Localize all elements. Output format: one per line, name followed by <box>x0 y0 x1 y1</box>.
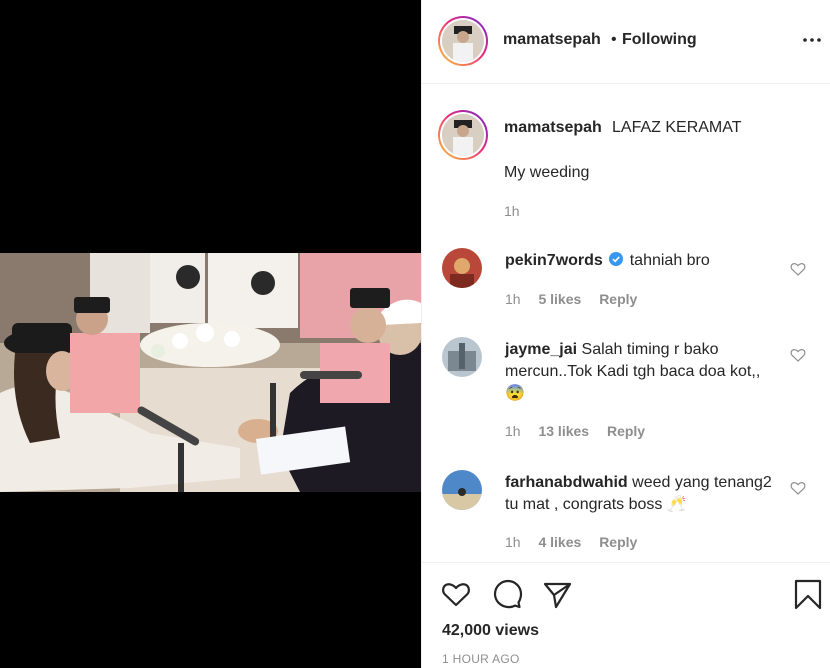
post-side-panel: mamatsepah • Following mamatsepah LAFAZ … <box>421 0 830 668</box>
avatar-image <box>442 20 484 62</box>
caption-username[interactable]: mamatsepah <box>504 119 602 137</box>
caption-timestamp[interactable]: 1h <box>504 203 520 219</box>
like-heart-icon[interactable] <box>440 578 472 610</box>
post-header: mamatsepah • Following <box>422 0 830 84</box>
wedding-photo-illustration <box>0 253 421 492</box>
like-heart-icon[interactable] <box>790 261 806 277</box>
views-count[interactable]: 42,000 views <box>442 622 539 640</box>
comment-text-line: pekin7words tahniah bro <box>505 250 775 272</box>
like-heart-icon[interactable] <box>790 480 806 496</box>
following-button[interactable]: Following <box>622 31 697 49</box>
commenter-username[interactable]: jayme_jai <box>505 341 577 358</box>
comment-body: tahniah bro <box>629 252 710 269</box>
verified-badge-icon <box>609 252 624 266</box>
comment-time[interactable]: 1h <box>505 423 521 439</box>
comment-meta: 1h 5 likes Reply <box>505 291 651 307</box>
comment-bubble-icon[interactable] <box>491 578 523 610</box>
caption-avatar[interactable] <box>438 110 488 160</box>
caption-line-2: My weeding <box>504 164 590 181</box>
commenter-username[interactable]: farhanabdwahid <box>505 474 628 491</box>
post-actions: 42,000 views 1 HOUR AGO <box>422 562 830 668</box>
comment-likes[interactable]: 13 likes <box>538 423 589 439</box>
post-time-ago[interactable]: 1 HOUR AGO <box>442 652 520 666</box>
like-heart-icon[interactable] <box>790 347 806 363</box>
comment-likes[interactable]: 5 likes <box>538 291 581 307</box>
caption-text: LAFAZ KERAMAT <box>612 119 742 136</box>
comment-meta: 1h 13 likes Reply <box>505 423 659 439</box>
reply-button[interactable]: Reply <box>607 423 645 439</box>
commenter-avatar[interactable] <box>442 337 482 377</box>
post-photo[interactable] <box>0 253 421 492</box>
comment-meta: 1h 4 likes Reply <box>505 534 651 550</box>
author-username[interactable]: mamatsepah <box>503 31 601 49</box>
commenter-username[interactable]: pekin7words <box>505 252 603 269</box>
commenter-avatar[interactable] <box>442 470 482 510</box>
separator-dot: • <box>611 31 617 48</box>
reply-button[interactable]: Reply <box>599 291 637 307</box>
reply-button[interactable]: Reply <box>599 534 637 550</box>
post-media[interactable] <box>0 0 421 668</box>
avatar-image <box>442 114 484 156</box>
comment-text-line: farhanabdwahid weed yang tenang2 tu mat … <box>505 472 775 516</box>
author-avatar[interactable] <box>438 16 488 66</box>
comment-text-line: jayme_jai Salah timing r bako mercun..To… <box>505 339 775 405</box>
commenter-avatar[interactable] <box>442 248 482 288</box>
save-bookmark-icon[interactable] <box>792 578 824 610</box>
more-horizontal-icon[interactable] <box>800 28 824 52</box>
comment-time[interactable]: 1h <box>505 291 521 307</box>
comment-likes[interactable]: 4 likes <box>538 534 581 550</box>
share-paper-plane-icon[interactable] <box>541 578 573 610</box>
comment-time[interactable]: 1h <box>505 534 521 550</box>
